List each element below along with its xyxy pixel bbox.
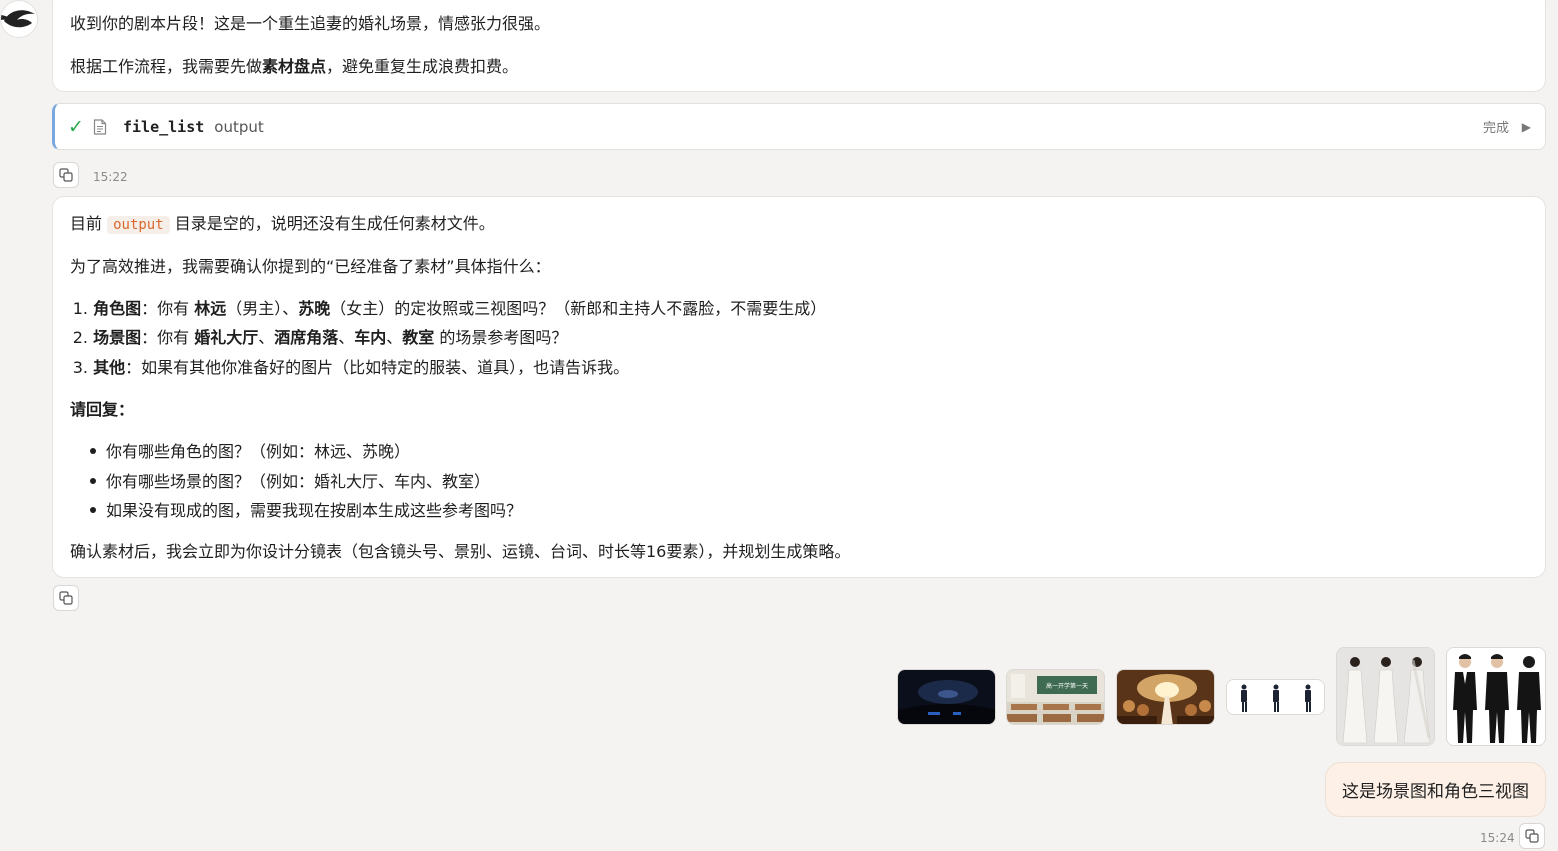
text-span: （女主）的定妆照或三视图吗？（新郎和主持人不露脸，不需要生成）: [330, 299, 827, 318]
ordered-item-1: 1. 角色图：你有 林远（男主）、苏晚（女主）的定妆照或三视图吗？（新郎和主持人…: [70, 298, 827, 320]
tool-status: 完成: [1482, 121, 1509, 136]
bold-text: 教室: [402, 328, 435, 347]
text-span: 的场景参考图吗？: [434, 328, 568, 347]
list-number: 3.: [72, 358, 88, 377]
bullet-dot: [90, 447, 96, 454]
attachment-groom-turnaround[interactable]: [1446, 647, 1546, 746]
image-icon: [1337, 648, 1434, 745]
message-text: 收到你的剧本片段！这是一个重生追妻的婚礼场景，情感张力很强。: [70, 14, 551, 33]
ordered-item-2: 2. 场景图：你有 婚礼大厅、酒席角落、车内、教室 的场景参考图吗？: [70, 327, 568, 349]
bold-text: 婚礼大厅: [194, 328, 259, 347]
text-span: 、: [386, 328, 403, 347]
bullet-dot: [90, 506, 96, 513]
message-text: 这是场景图和角色三视图: [1342, 782, 1529, 802]
user-message: 这是场景图和角色三视图: [1325, 762, 1546, 817]
attachment-classroom[interactable]: 高一开学第一天: [1006, 669, 1105, 725]
attachment-wedding-hall[interactable]: [1116, 669, 1215, 725]
copy-button[interactable]: [1519, 823, 1545, 849]
board-text: 高一开学第一天: [1046, 682, 1088, 690]
bold-text: 请回复：: [70, 400, 135, 419]
message-timestamp: 15:22: [93, 170, 128, 184]
message-timestamp: 15:24: [1480, 831, 1515, 845]
attachment-car-interior-night[interactable]: [897, 669, 996, 725]
text-span: ：如果有其他你准备好的图片（比如特定的服装、道具），也请告诉我。: [125, 358, 630, 377]
text-span: ：你有: [141, 328, 195, 347]
message-text: 目前 output 目录是空的，说明还没有生成任何素材文件。: [70, 213, 495, 236]
bold-text: 素材盘点: [262, 57, 327, 76]
text-span: 根据工作流程，我需要先做: [70, 57, 263, 76]
message-text: 根据工作流程，我需要先做素材盘点，避免重复生成浪费扣费。: [70, 56, 518, 78]
image-icon: [1117, 670, 1214, 724]
text-span: 、: [338, 328, 355, 347]
message-text: 确认素材后，我会立即为你设计分镜表（包含镜头号、景别、运镜、台词、时长等16要素…: [70, 542, 851, 561]
attachment-groom-turnaround-small[interactable]: [1226, 679, 1325, 715]
image-icon: [898, 670, 995, 724]
expand-triangle-icon[interactable]: ▶: [1522, 120, 1531, 134]
copy-icon: [59, 168, 73, 182]
copy-button[interactable]: [53, 585, 79, 611]
copy-icon: [1525, 829, 1539, 843]
text-span: 如果没有现成的图，需要我现在按剧本生成这些参考图吗？: [106, 501, 523, 520]
text-span: 、: [258, 328, 275, 347]
bold-text: 林远: [194, 299, 227, 318]
assistant-message-2: 目前 output 目录是空的，说明还没有生成任何素材文件。 为了高效推进，我需…: [52, 196, 1546, 578]
inline-code: output: [107, 216, 170, 234]
text-span: （男主）、: [226, 299, 299, 318]
bullet-dot: [90, 477, 96, 484]
text-span: 你有哪些场景的图？（例如：婚礼大厅、车内、教室）: [106, 472, 491, 491]
image-icon: [1447, 648, 1545, 745]
check-icon: ✓: [68, 115, 84, 138]
document-icon: [93, 118, 107, 135]
copy-icon: [59, 591, 73, 605]
text-span: 目录是空的，说明还没有生成任何素材文件。: [169, 214, 495, 233]
list-number: 1.: [72, 299, 88, 318]
tool-call-file-list[interactable]: ✓ file_list output 完成 ▶: [52, 103, 1546, 150]
whale-logo-icon: [1, 10, 35, 28]
image-icon: 高一开学第一天: [1007, 670, 1104, 724]
list-number: 2.: [72, 328, 88, 347]
bold-text: 苏晚: [298, 299, 331, 318]
text-span: 你有哪些角色的图？（例如：林远、苏晚）: [106, 442, 411, 461]
image-icon: [1227, 680, 1324, 714]
attachment-bride-turnaround[interactable]: [1336, 647, 1435, 746]
bold-text: 角色图: [93, 299, 142, 318]
text-span: ，避免重复生成浪费扣费。: [326, 57, 519, 76]
tool-arg: output: [214, 117, 264, 136]
tool-name: file_list: [123, 117, 205, 136]
copy-button[interactable]: [53, 162, 79, 188]
message-text: 为了高效推进，我需要确认你提到的“已经准备了素材”具体指什么：: [70, 257, 551, 276]
bullet-item: 如果没有现成的图，需要我现在按剧本生成这些参考图吗？: [90, 500, 522, 522]
bold-text: 酒席角落: [274, 328, 339, 347]
bold-text: 车内: [354, 328, 387, 347]
text-span: ：你有: [141, 299, 195, 318]
bold-text: 其他: [93, 358, 126, 377]
ordered-item-3: 3. 其他：如果有其他你准备好的图片（比如特定的服装、道具），也请告诉我。: [70, 357, 629, 379]
assistant-message-1: 收到你的剧本片段！这是一个重生追妻的婚礼场景，情感张力很强。 根据工作流程，我需…: [52, 0, 1546, 92]
bold-text: 场景图: [93, 328, 142, 347]
reply-heading: 请回复：: [70, 399, 134, 421]
text-span: 目前: [70, 214, 108, 233]
assistant-avatar: [0, 0, 38, 38]
bullet-item: 你有哪些场景的图？（例如：婚礼大厅、车内、教室）: [90, 471, 490, 493]
bullet-item: 你有哪些角色的图？（例如：林远、苏晚）: [90, 441, 410, 463]
